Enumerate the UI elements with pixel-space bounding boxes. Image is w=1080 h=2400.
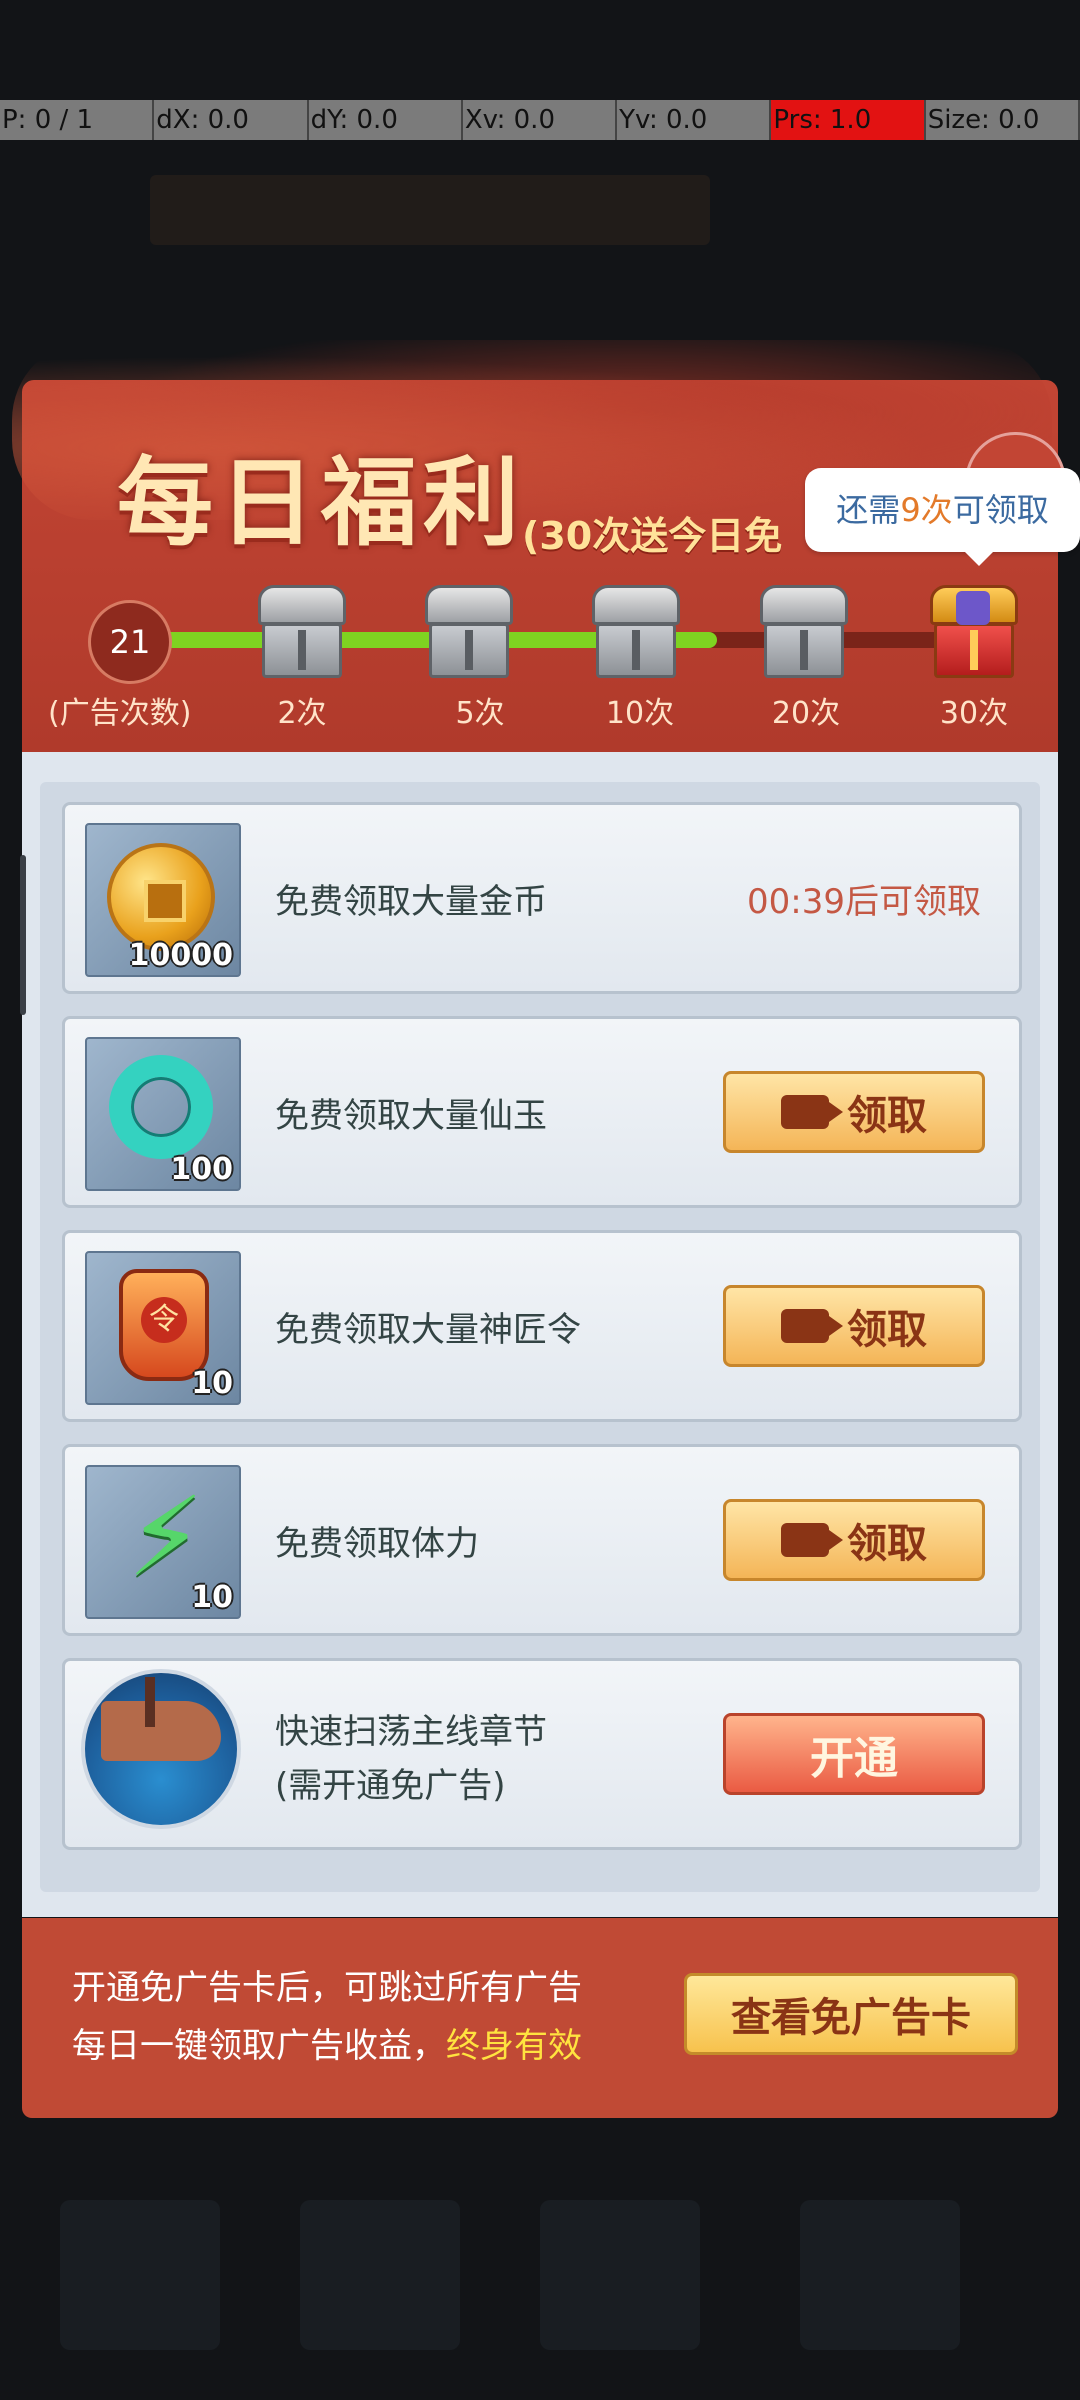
reward-text: 免费领取大量金币 [275, 881, 547, 922]
rewards-panel: 10000 免费领取大量金币 00:39后可领取 100 免费领取大量仙玉 领取… [22, 752, 1058, 1917]
sweep-line1: 快速扫荡主线章节 [275, 1712, 547, 1752]
debug-pressure: Prs: 1.0 [771, 100, 926, 140]
reward-row-stamina: ⚡ 10 免费领取体力 领取 [62, 1444, 1022, 1636]
reward-qty: 100 [170, 1152, 233, 1187]
background-card [540, 2200, 700, 2350]
claim-jade-button[interactable]: 领取 [723, 1071, 985, 1153]
reward-text: 免费领取体力 [275, 1523, 479, 1564]
debug-dy: dY: 0.0 [309, 100, 463, 140]
tooltip-arrow [965, 552, 993, 566]
jade-dragon-icon [109, 1055, 213, 1159]
claim-stamina-button[interactable]: 领取 [723, 1499, 985, 1581]
step-label: 2次 [277, 696, 327, 731]
footer-line2: 每日一键领取广告收益，终身有效 [72, 2018, 582, 2067]
debug-size: Size: 0.0 [926, 100, 1080, 140]
reward-row-jade: 100 免费领取大量仙玉 领取 [62, 1016, 1022, 1208]
debug-xv: Xv: 0.0 [463, 100, 618, 140]
tooltip-prefix: 还需 [836, 491, 901, 529]
step-label: 20次 [771, 696, 841, 731]
step-label: 30次 [939, 696, 1009, 731]
reward-text: 免费领取大量仙玉 [275, 1095, 547, 1136]
reward-tooltip: 还需9次可领取 [805, 468, 1080, 566]
dragon-ship-icon [81, 1669, 241, 1829]
reward-row-gold: 10000 免费领取大量金币 00:39后可领取 [62, 802, 1022, 994]
video-camera-icon [781, 1095, 829, 1129]
video-camera-icon [781, 1523, 829, 1557]
ad-count-label: (广告次数) [48, 696, 192, 731]
view-ad-free-card-button[interactable]: 查看免广告卡 [684, 1973, 1018, 2055]
chest-30-icon[interactable] [930, 585, 1018, 681]
reward-qty: 10 [191, 1366, 233, 1401]
footer-line1: 开通免广告卡后，可跳过所有广告 [72, 1968, 582, 2008]
reward-qty: 10000 [128, 938, 233, 973]
gold-coin-thumb: 10000 [85, 823, 241, 977]
chest-5-icon[interactable] [425, 585, 513, 681]
jade-thumb: 100 [85, 1037, 241, 1191]
reward-text: 免费领取大量神匠令 [275, 1309, 581, 1350]
craft-token-icon [119, 1269, 209, 1381]
video-camera-icon [781, 1309, 829, 1343]
debug-dx: dX: 0.0 [154, 100, 309, 140]
background-card [60, 2200, 220, 2350]
claim-token-button[interactable]: 领取 [723, 1285, 985, 1367]
step-label: 5次 [455, 696, 505, 731]
background-banner [150, 175, 710, 245]
page-title: 每日福利 [117, 447, 525, 559]
reward-row-sweep: 快速扫荡主线章节 (需开通免广告) 开通 [62, 1658, 1022, 1850]
ad-free-footer: 开通免广告卡后，可跳过所有广告 每日一键领取广告收益，终身有效 查看免广告卡 [22, 1918, 1058, 2118]
lightning-icon: ⚡ [127, 1473, 205, 1601]
footer-highlight: 终身有效 [446, 2026, 582, 2066]
claim-label: 领取 [847, 1521, 927, 1567]
step-label: 10次 [605, 696, 675, 731]
reward-timer: 00:39后可领取 [747, 881, 981, 922]
ad-count-badge: 21 [88, 600, 172, 684]
reward-qty: 10 [191, 1580, 233, 1615]
claim-label: 领取 [847, 1307, 927, 1353]
touch-debug-bar: P: 0 / 1 dX: 0.0 dY: 0.0 Xv: 0.0 Yv: 0.0… [0, 100, 1080, 140]
background-card [300, 2200, 460, 2350]
gold-coin-icon [107, 843, 215, 951]
header-subtitle: (30次送今日免 [522, 514, 783, 558]
debug-pointer: P: 0 / 1 [0, 100, 155, 140]
activate-button[interactable]: 开通 [723, 1713, 985, 1795]
debug-yv: Yv: 0.0 [617, 100, 772, 140]
background-card [800, 2200, 960, 2350]
scrollbar[interactable] [20, 855, 26, 1015]
chest-2-icon[interactable] [258, 585, 346, 681]
token-thumb: 10 [85, 1251, 241, 1405]
rewards-list: 10000 免费领取大量金币 00:39后可领取 100 免费领取大量仙玉 领取… [40, 782, 1040, 1892]
chest-20-icon[interactable] [760, 585, 848, 681]
stamina-thumb: ⚡ 10 [85, 1465, 241, 1619]
tooltip-suffix: 可领取 [952, 491, 1049, 529]
tooltip-count: 9次 [900, 491, 953, 529]
sweep-text: 快速扫荡主线章节 (需开通免广告) [275, 1705, 547, 1813]
claim-label: 领取 [847, 1093, 927, 1139]
chest-10-icon[interactable] [592, 585, 680, 681]
reward-row-token: 10 免费领取大量神匠令 领取 [62, 1230, 1022, 1422]
sweep-line2: (需开通免广告) [275, 1766, 506, 1806]
footer-line2-prefix: 每日一键领取广告收益， [72, 2026, 446, 2066]
